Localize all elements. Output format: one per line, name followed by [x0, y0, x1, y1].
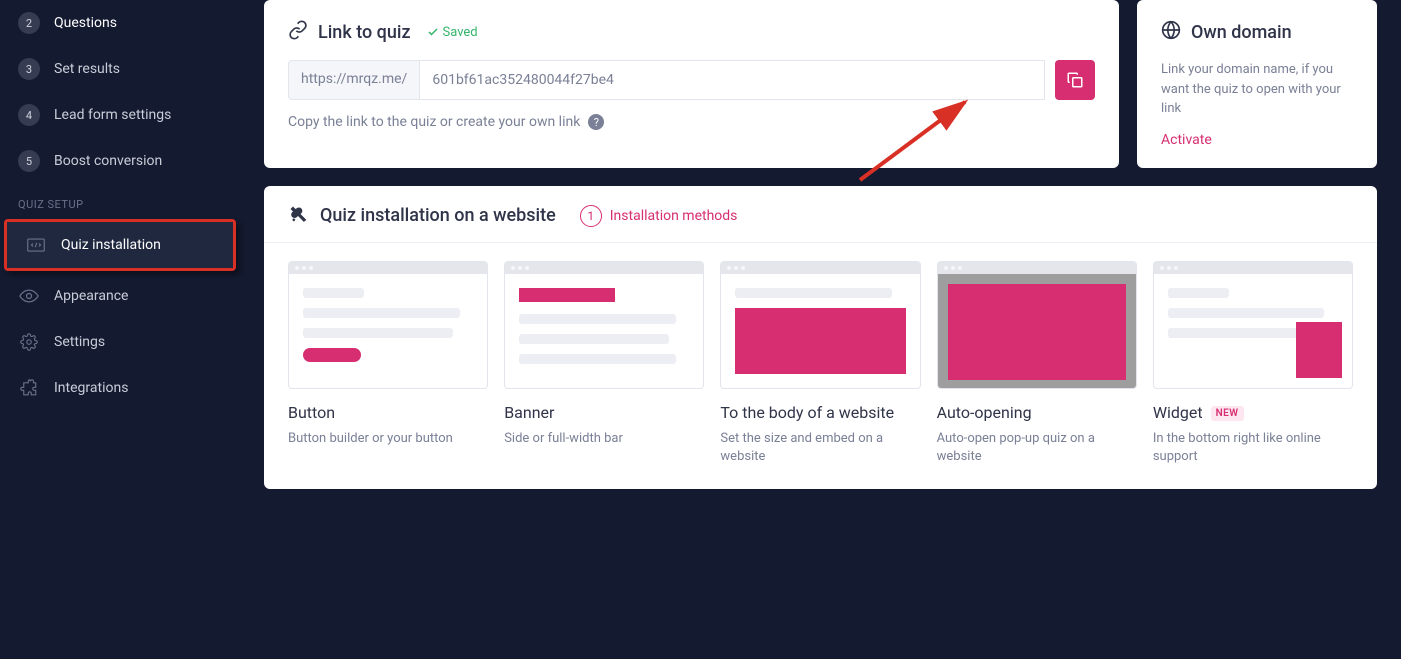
step-number-badge: 4: [18, 104, 40, 126]
option-description: Button builder or your button: [288, 430, 488, 449]
install-option-auto-opening[interactable]: Auto-opening Auto-open pop-up quiz on a …: [937, 261, 1137, 468]
link-hint-text: Copy the link to the quiz or create your…: [288, 114, 580, 130]
link-url-prefix: https://mrqz.me/: [288, 60, 419, 100]
sidebar-step-lead-form[interactable]: 4 Lead form settings: [0, 92, 240, 138]
install-option-banner[interactable]: Banner Side or full-width bar: [504, 261, 704, 468]
link-icon: [288, 20, 308, 44]
sidebar-item-label: Appearance: [54, 288, 128, 304]
sidebar-item-appearance[interactable]: Appearance: [0, 273, 240, 319]
card-title: Link to quiz: [318, 22, 411, 43]
methods-link-label: Installation methods: [610, 208, 738, 224]
help-icon[interactable]: ?: [588, 114, 604, 130]
sidebar-section-label: QUIZ SETUP: [0, 184, 240, 217]
option-title: Banner: [504, 403, 704, 422]
sidebar-step-questions[interactable]: 2 Questions: [0, 0, 240, 46]
option-description: In the bottom right like online support: [1153, 430, 1353, 468]
copy-link-button[interactable]: [1055, 60, 1095, 100]
option-thumbnail: [720, 261, 920, 389]
annotation-highlight-box: Quiz installation: [4, 219, 236, 271]
option-description: Auto-open pop-up quiz on a website: [937, 430, 1137, 468]
sidebar-item-settings[interactable]: Settings: [0, 319, 240, 365]
install-option-button[interactable]: Button Button builder or your button: [288, 261, 488, 468]
sidebar-item-quiz-installation[interactable]: Quiz installation: [7, 222, 233, 268]
copy-icon: [1066, 71, 1084, 89]
sidebar-step-set-results[interactable]: 3 Set results: [0, 46, 240, 92]
sidebar-step-label: Set results: [54, 61, 120, 77]
saved-status-badge: Saved: [427, 25, 478, 40]
sidebar-step-boost-conversion[interactable]: 5 Boost conversion: [0, 138, 240, 184]
code-embed-icon: [25, 234, 47, 256]
card-title: Quiz installation on a website: [320, 205, 556, 226]
tools-icon: [288, 204, 308, 228]
step-number-badge: 2: [18, 12, 40, 34]
sidebar: 2 Questions 3 Set results 4 Lead form se…: [0, 0, 240, 659]
option-thumbnail: [937, 261, 1137, 389]
install-option-widget[interactable]: Widget NEW In the bottom right like onli…: [1153, 261, 1353, 468]
sidebar-item-label: Integrations: [54, 380, 128, 396]
sidebar-item-integrations[interactable]: Integrations: [0, 365, 240, 411]
option-title: Widget NEW: [1153, 403, 1353, 422]
eye-icon: [18, 285, 40, 307]
option-thumbnail: [288, 261, 488, 389]
option-title: Button: [288, 403, 488, 422]
sidebar-item-label: Settings: [54, 334, 105, 350]
own-domain-card: Own domain Link your domain name, if you…: [1137, 0, 1377, 168]
option-thumbnail: [504, 261, 704, 389]
option-title: Auto-opening: [937, 403, 1137, 422]
option-description: Side or full-width bar: [504, 430, 704, 449]
gear-icon: [18, 331, 40, 353]
sidebar-step-label: Boost conversion: [54, 153, 162, 169]
main-content: Link to quiz Saved https://mrqz.me/ Copy…: [240, 0, 1401, 659]
activate-domain-link[interactable]: Activate: [1161, 132, 1212, 148]
option-thumbnail: [1153, 261, 1353, 389]
domain-card-description: Link your domain name, if you want the q…: [1161, 60, 1353, 119]
methods-count-badge: 1: [580, 205, 602, 227]
option-description: Set the size and embed on a website: [720, 430, 920, 468]
sidebar-item-label: Quiz installation: [61, 237, 161, 253]
link-to-quiz-card: Link to quiz Saved https://mrqz.me/ Copy…: [264, 0, 1119, 168]
quiz-installation-card: Quiz installation on a website 1 Install…: [264, 186, 1377, 490]
new-badge: NEW: [1211, 406, 1244, 421]
link-slug-input[interactable]: [419, 60, 1045, 100]
globe-icon: [1161, 20, 1181, 44]
sidebar-step-label: Questions: [54, 15, 117, 31]
sidebar-step-label: Lead form settings: [54, 107, 171, 123]
card-title: Own domain: [1191, 22, 1292, 43]
installation-methods-link[interactable]: 1 Installation methods: [580, 205, 738, 227]
step-number-badge: 3: [18, 58, 40, 80]
step-number-badge: 5: [18, 150, 40, 172]
install-option-body[interactable]: To the body of a website Set the size an…: [720, 261, 920, 468]
option-title: To the body of a website: [720, 403, 920, 422]
puzzle-icon: [18, 377, 40, 399]
